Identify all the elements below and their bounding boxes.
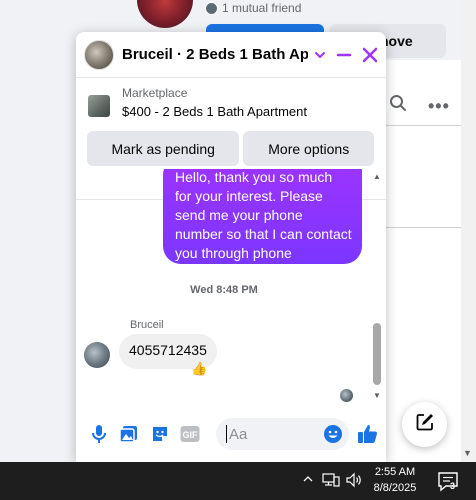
minimize-icon[interactable] <box>336 47 352 63</box>
gif-icon[interactable]: GIF <box>177 421 202 447</box>
listing-thumbnail[interactable] <box>88 95 110 117</box>
mutual-friend-avatar <box>205 1 218 15</box>
sender-name: Bruceil <box>130 319 164 331</box>
outgoing-message[interactable]: Hello, thank you so much for your intere… <box>163 169 362 264</box>
thumbs-up-reaction-icon[interactable]: 👍 <box>191 361 207 377</box>
scroll-down-arrow-icon[interactable]: ▼ <box>463 448 472 458</box>
photo-icon[interactable] <box>116 421 141 447</box>
microphone-icon[interactable] <box>86 421 111 447</box>
chevron-down-icon[interactable] <box>314 49 326 61</box>
chat-header[interactable]: Bruceil · 2 Beds 1 Bath Apa... <box>76 32 386 78</box>
scroll-down-arrow-icon[interactable]: ▼ <box>373 391 381 400</box>
more-options-icon[interactable]: ••• <box>428 96 450 117</box>
text-caret <box>225 425 227 443</box>
search-icon[interactable] <box>389 94 407 112</box>
mutual-friends[interactable]: 1 mutual friend <box>205 1 301 15</box>
chat-window: Bruceil · 2 Beds 1 Bath Apa... Marketpla… <box>76 32 386 462</box>
emoji-icon[interactable] <box>323 424 343 449</box>
chat-scrollbar-thumb[interactable] <box>373 323 381 385</box>
sender-avatar[interactable] <box>84 342 110 368</box>
system-clock[interactable]: 2:55 AM 8/8/2025 <box>366 464 424 496</box>
notification-count-badge: 3 <box>449 481 455 491</box>
volume-icon[interactable] <box>345 472 363 493</box>
seen-indicator-avatar <box>340 389 353 402</box>
page-scrollbar[interactable] <box>461 0 476 462</box>
compose-icon <box>415 412 435 437</box>
message-thread[interactable]: Hello, thank you so much for your intere… <box>76 169 386 407</box>
like-icon[interactable] <box>355 421 380 447</box>
mark-as-pending-button[interactable]: Mark as pending <box>87 131 240 166</box>
close-icon[interactable] <box>362 47 378 63</box>
clock-date: 8/8/2025 <box>373 482 417 494</box>
network-icon[interactable] <box>322 472 340 493</box>
message-composer: GIF Aa <box>76 414 386 454</box>
svg-text:GIF: GIF <box>183 430 199 440</box>
clock-time: 2:55 AM <box>374 466 416 478</box>
listing-source-label: Marketplace <box>122 86 188 100</box>
sticker-icon[interactable] <box>147 421 172 447</box>
more-options-button[interactable]: More options <box>243 131 374 166</box>
listing-title[interactable]: $400 - 2 Beds 1 Bath Apartment <box>122 104 307 119</box>
new-message-button[interactable] <box>402 402 447 447</box>
chat-avatar[interactable] <box>84 39 114 70</box>
message-input-placeholder: Aa <box>228 425 248 443</box>
mutual-friends-label: 1 mutual friend <box>222 1 302 15</box>
chat-title[interactable]: Bruceil · 2 Beds 1 Bath Apa... <box>122 46 308 63</box>
show-hidden-icons-icon[interactable] <box>302 472 314 490</box>
message-timestamp: Wed 8:48 PM <box>190 284 258 296</box>
scroll-up-arrow-icon[interactable]: ▲ <box>373 172 381 181</box>
message-input[interactable]: Aa <box>215 418 350 450</box>
